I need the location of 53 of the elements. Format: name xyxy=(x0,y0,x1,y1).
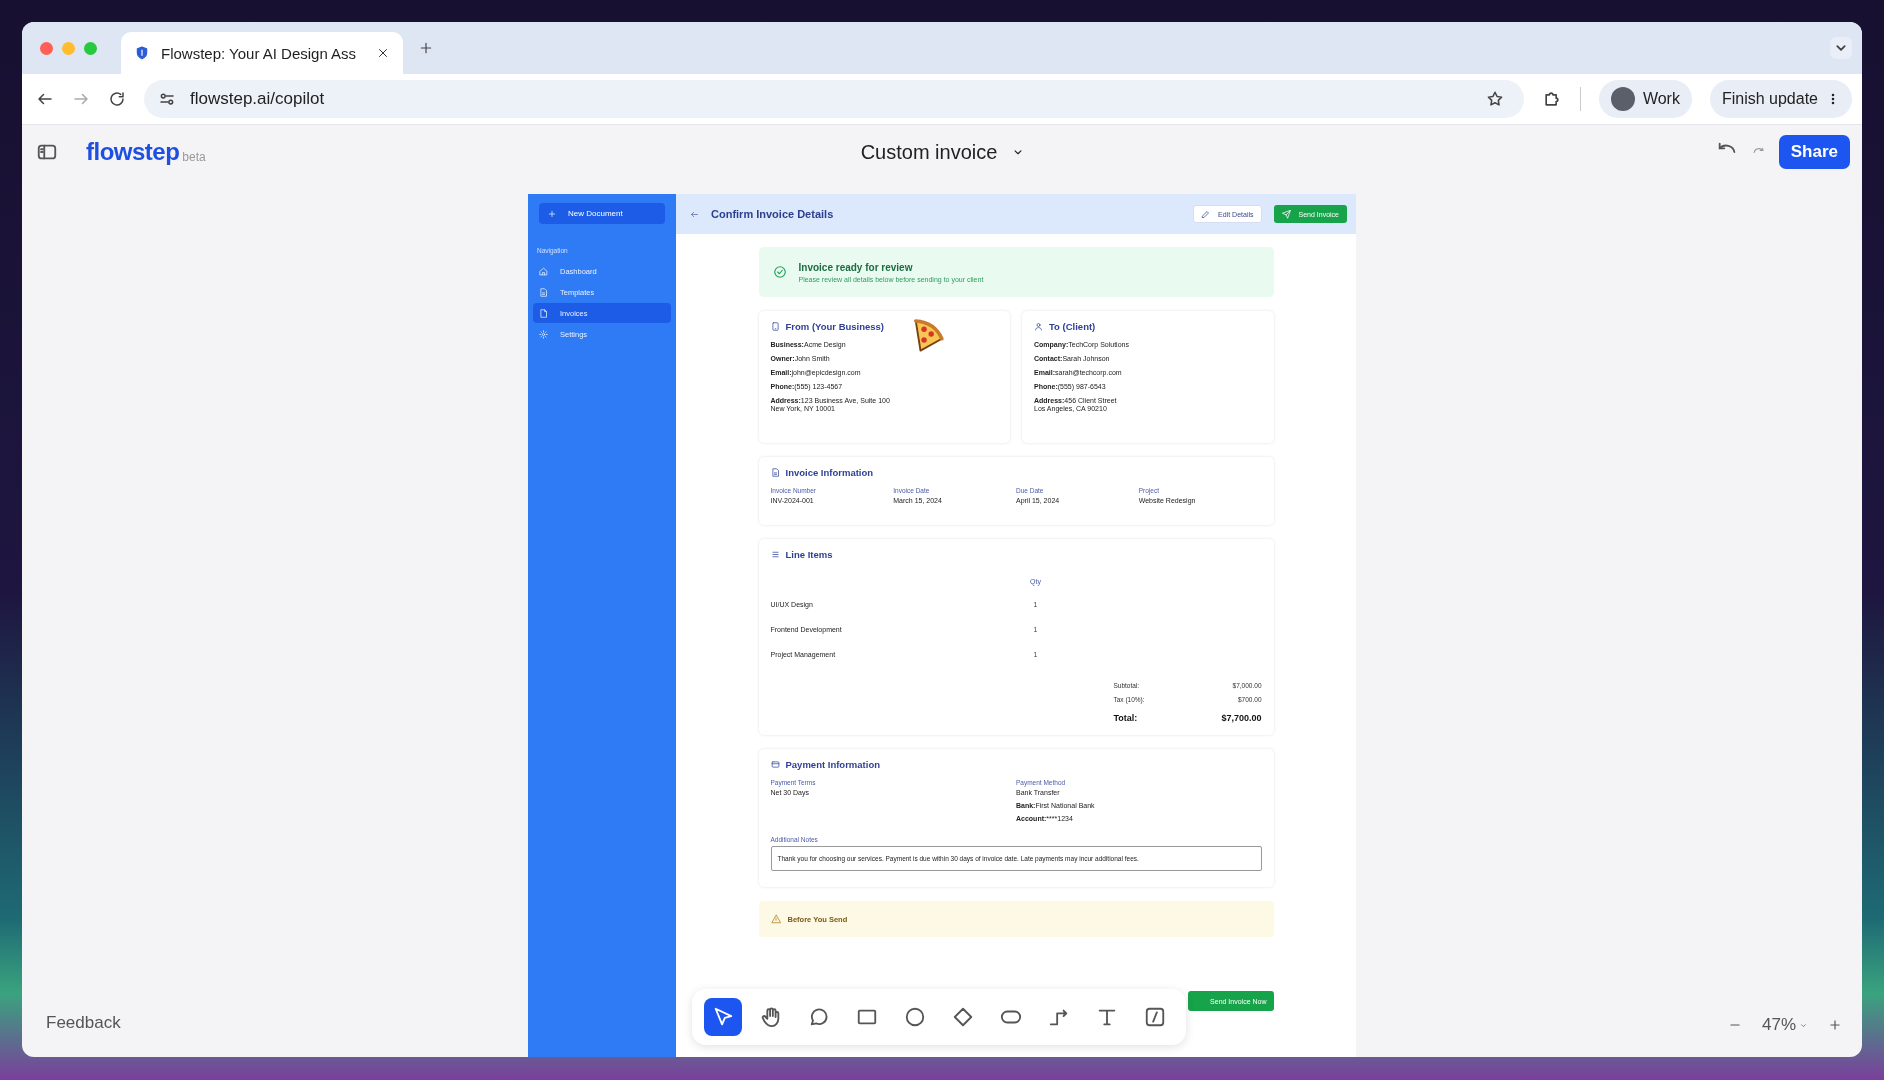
plus-icon xyxy=(548,209,556,218)
pointer-icon xyxy=(712,1006,734,1028)
avatar-icon xyxy=(1610,87,1635,111)
banner-title: Invoice ready for review xyxy=(798,261,914,273)
zoom-in-icon[interactable] xyxy=(1828,1018,1842,1032)
slash-box-icon xyxy=(1144,1006,1166,1028)
feedback-button[interactable]: Feedback xyxy=(46,1013,121,1033)
tab-title: Flowstep: Your AI Design Ass xyxy=(161,44,358,62)
card-title: Payment Information xyxy=(785,759,880,770)
send-icon xyxy=(1281,209,1291,219)
credit-card-icon xyxy=(770,760,780,769)
chevron-down-icon[interactable] xyxy=(1830,37,1852,59)
address-bar[interactable]: flowstep.ai/copilot xyxy=(144,80,1524,118)
pointer-tool-button[interactable] xyxy=(704,998,742,1036)
share-button[interactable]: Share xyxy=(1778,135,1850,169)
new-document-button[interactable]: New Document xyxy=(539,203,665,224)
new-tab-icon[interactable] xyxy=(419,41,433,55)
diamond-icon xyxy=(952,1006,974,1028)
total-label: Total: xyxy=(1113,713,1138,723)
settings-icon xyxy=(539,329,548,339)
page-title: Confirm Invoice Details xyxy=(711,208,834,220)
star-icon[interactable] xyxy=(1485,90,1504,108)
card-title: To (Client) xyxy=(1049,321,1096,332)
check-circle-icon xyxy=(772,265,787,279)
page-icon xyxy=(539,308,548,318)
total-value: $7,700.00 xyxy=(1221,713,1262,723)
home-icon xyxy=(539,266,548,276)
document-icon xyxy=(770,468,780,477)
warning-icon xyxy=(770,914,781,924)
document-icon xyxy=(539,287,548,297)
hand-icon xyxy=(760,1006,782,1028)
profile-button[interactable]: Work xyxy=(1598,80,1692,118)
card-title: Line Items xyxy=(785,549,833,560)
browser-tab[interactable]: Flowstep: Your AI Design Ass xyxy=(121,32,403,74)
close-icon[interactable] xyxy=(377,47,389,59)
comment-icon xyxy=(808,1006,830,1028)
document-title[interactable]: Custom invoice xyxy=(860,140,1026,164)
tablet-icon xyxy=(770,322,780,331)
beta-label: beta xyxy=(182,150,206,164)
shield-icon xyxy=(135,46,149,60)
url-text: flowstep.ai/copilot xyxy=(190,89,325,109)
edit-icon xyxy=(1201,209,1211,219)
flowstep-logo[interactable]: flowstep xyxy=(86,138,180,166)
card-title: Invoice Information xyxy=(785,467,874,478)
back-arrow-icon[interactable] xyxy=(690,209,699,219)
circle-icon xyxy=(904,1006,926,1028)
list-icon xyxy=(770,550,780,559)
finish-update-button[interactable]: Finish update xyxy=(1709,80,1852,118)
reload-icon[interactable] xyxy=(108,90,126,108)
user-icon xyxy=(1034,322,1043,331)
zoom-level[interactable]: 47% xyxy=(1761,1015,1808,1035)
card-title: From (Your Business) xyxy=(785,321,885,332)
site-settings-icon xyxy=(158,90,176,108)
